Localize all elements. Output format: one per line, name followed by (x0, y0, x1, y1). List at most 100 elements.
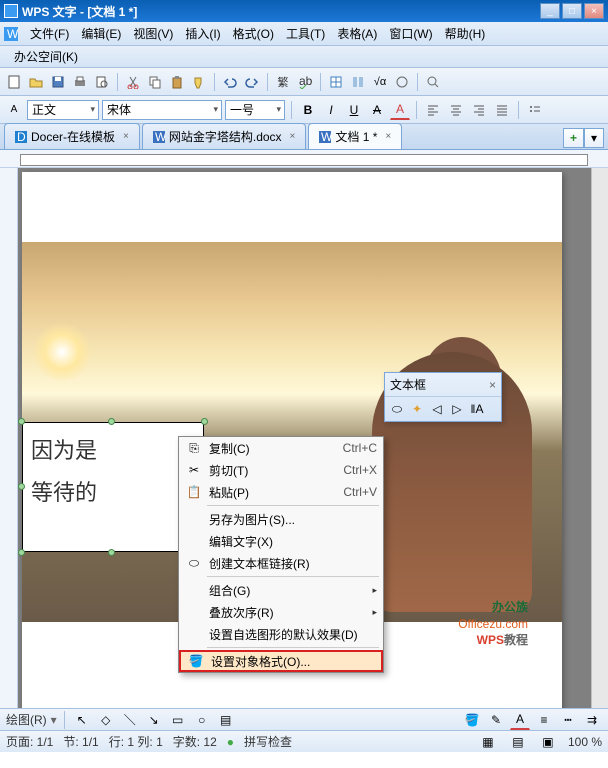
font-color-button[interactable]: A (390, 100, 410, 120)
ctx-copy[interactable]: ⎘复制(C)Ctrl+C (179, 437, 383, 459)
format-painter-button[interactable] (189, 72, 209, 92)
tab-menu-button[interactable]: ▾ (584, 128, 604, 148)
prev-icon[interactable]: ◁ (428, 400, 446, 418)
menu-help[interactable]: 帮助(H) (439, 23, 492, 44)
tab-doc3[interactable]: W 文档 1 * × (308, 123, 402, 149)
arrow-style-icon[interactable]: ⇉ (582, 710, 602, 730)
align-center-button[interactable] (446, 100, 466, 120)
undo-button[interactable] (220, 72, 240, 92)
zoom-status[interactable]: 100 % (568, 735, 602, 749)
italic-button[interactable]: I (321, 100, 341, 120)
paste-button[interactable] (167, 72, 187, 92)
bold-button[interactable]: B (298, 100, 318, 120)
ctx-save-as-image[interactable]: 另存为图片(S)... (179, 508, 383, 530)
strike-button[interactable]: A (367, 100, 387, 120)
equation-button[interactable]: √α (370, 72, 390, 92)
tab-docer[interactable]: D Docer-在线模板 × (4, 123, 140, 149)
shapes-icon[interactable]: ◇ (96, 710, 116, 730)
docer-icon: D (15, 131, 27, 143)
pointer-icon[interactable]: ↖ (72, 710, 92, 730)
document-tabs: D Docer-在线模板 × W 网站金字塔结构.docx × W 文档 1 *… (0, 124, 608, 150)
menu-file[interactable]: 文件(F) (24, 23, 75, 44)
new-button[interactable] (4, 72, 24, 92)
tab-close-icon[interactable]: × (385, 131, 391, 142)
horizontal-ruler[interactable] (0, 150, 608, 168)
tab-close-icon[interactable]: × (123, 131, 129, 142)
line-icon[interactable]: ＼ (120, 710, 140, 730)
print-button[interactable] (70, 72, 90, 92)
arrow-icon[interactable]: ↘ (144, 710, 164, 730)
menu-insert[interactable]: 插入(I) (179, 23, 226, 44)
menu-format[interactable]: 格式(O) (227, 23, 280, 44)
textbox-icon[interactable]: ▤ (216, 710, 236, 730)
save-button[interactable] (48, 72, 68, 92)
ctx-order[interactable]: 叠放次序(R)▸ (179, 601, 383, 623)
line-color-icon[interactable]: ✎ (486, 710, 506, 730)
size-select[interactable]: 一号 (225, 100, 285, 120)
vertical-ruler[interactable] (0, 168, 18, 708)
main-toolbar: 繁 ab √α (0, 68, 608, 96)
cut-button[interactable] (123, 72, 143, 92)
next-icon[interactable]: ▷ (448, 400, 466, 418)
link-icon[interactable]: ⬭ (388, 400, 406, 418)
menu-view[interactable]: 视图(V) (127, 23, 179, 44)
traditional-button[interactable]: 繁 (273, 72, 293, 92)
ctx-default-effect[interactable]: 设置自选图形的默认效果(D) (179, 623, 383, 645)
copy-button[interactable] (145, 72, 165, 92)
bullets-button[interactable] (525, 100, 545, 120)
menu-table[interactable]: 表格(A) (331, 23, 383, 44)
underline-button[interactable]: U (344, 100, 364, 120)
view-web-icon[interactable]: ▣ (538, 732, 558, 752)
sparkle-icon[interactable]: ✦ (408, 400, 426, 418)
dash-icon[interactable]: ┅ (558, 710, 578, 730)
font-select[interactable]: 宋体 (102, 100, 222, 120)
ctx-create-link[interactable]: ⬭创建文本框链接(R) (179, 552, 383, 574)
word-icon: W (319, 131, 331, 143)
redo-button[interactable] (242, 72, 262, 92)
menu-edit[interactable]: 编辑(E) (75, 23, 127, 44)
rect-icon[interactable]: ▭ (168, 710, 188, 730)
font-color-icon[interactable]: A (510, 710, 530, 730)
special-button[interactable] (392, 72, 412, 92)
floatbar-close-icon[interactable]: × (489, 378, 496, 392)
style-select[interactable]: 正文 (27, 100, 99, 120)
section-status: 节: 1/1 (63, 733, 98, 750)
view-print-icon[interactable]: ▦ (478, 732, 498, 752)
oval-icon[interactable]: ○ (192, 710, 212, 730)
fill-icon[interactable]: 🪣 (462, 710, 482, 730)
tab-doc2[interactable]: W 网站金字塔结构.docx × (142, 123, 307, 149)
table-button[interactable] (326, 72, 346, 92)
ctx-edit-text[interactable]: 编辑文字(X) (179, 530, 383, 552)
vertical-scrollbar[interactable] (591, 168, 608, 708)
spell-button[interactable]: ab (295, 72, 315, 92)
align-left-button[interactable] (423, 100, 443, 120)
text-box[interactable]: 因为是 等待的 (22, 422, 204, 552)
minimize-button[interactable]: _ (540, 3, 560, 19)
ctx-group[interactable]: 组合(G)▸ (179, 579, 383, 601)
spell-status[interactable]: 拼写检查 (244, 733, 292, 750)
ctx-cut[interactable]: ✂剪切(T)Ctrl+X (179, 459, 383, 481)
wps-icon[interactable]: W (4, 27, 18, 41)
line-style-icon[interactable]: ≡ (534, 710, 554, 730)
align-justify-button[interactable] (492, 100, 512, 120)
ctx-format-object[interactable]: 🪣设置对象格式(O)... (179, 650, 383, 672)
zoom-button[interactable] (423, 72, 443, 92)
menu-window[interactable]: 窗口(W) (383, 23, 438, 44)
add-tab-button[interactable]: + (563, 128, 584, 148)
preview-button[interactable] (92, 72, 112, 92)
cut-icon: ✂ (185, 462, 203, 478)
view-outline-icon[interactable]: ▤ (508, 732, 528, 752)
ctx-paste[interactable]: 📋粘贴(P)Ctrl+V (179, 481, 383, 503)
menu-tools[interactable]: 工具(T) (280, 23, 331, 44)
open-button[interactable] (26, 72, 46, 92)
close-button[interactable]: × (584, 3, 604, 19)
draw-menu[interactable]: 绘图(R) (6, 711, 47, 728)
style-aa-button[interactable]: A (4, 100, 24, 120)
columns-button[interactable] (348, 72, 368, 92)
align-right-button[interactable] (469, 100, 489, 120)
direction-icon[interactable]: ‖A (468, 400, 486, 418)
tab-close-icon[interactable]: × (290, 131, 296, 142)
context-menu: ⎘复制(C)Ctrl+C ✂剪切(T)Ctrl+X 📋粘贴(P)Ctrl+V 另… (178, 436, 384, 673)
menu-office[interactable]: 办公空间(K) (8, 46, 84, 67)
maximize-button[interactable]: □ (562, 3, 582, 19)
